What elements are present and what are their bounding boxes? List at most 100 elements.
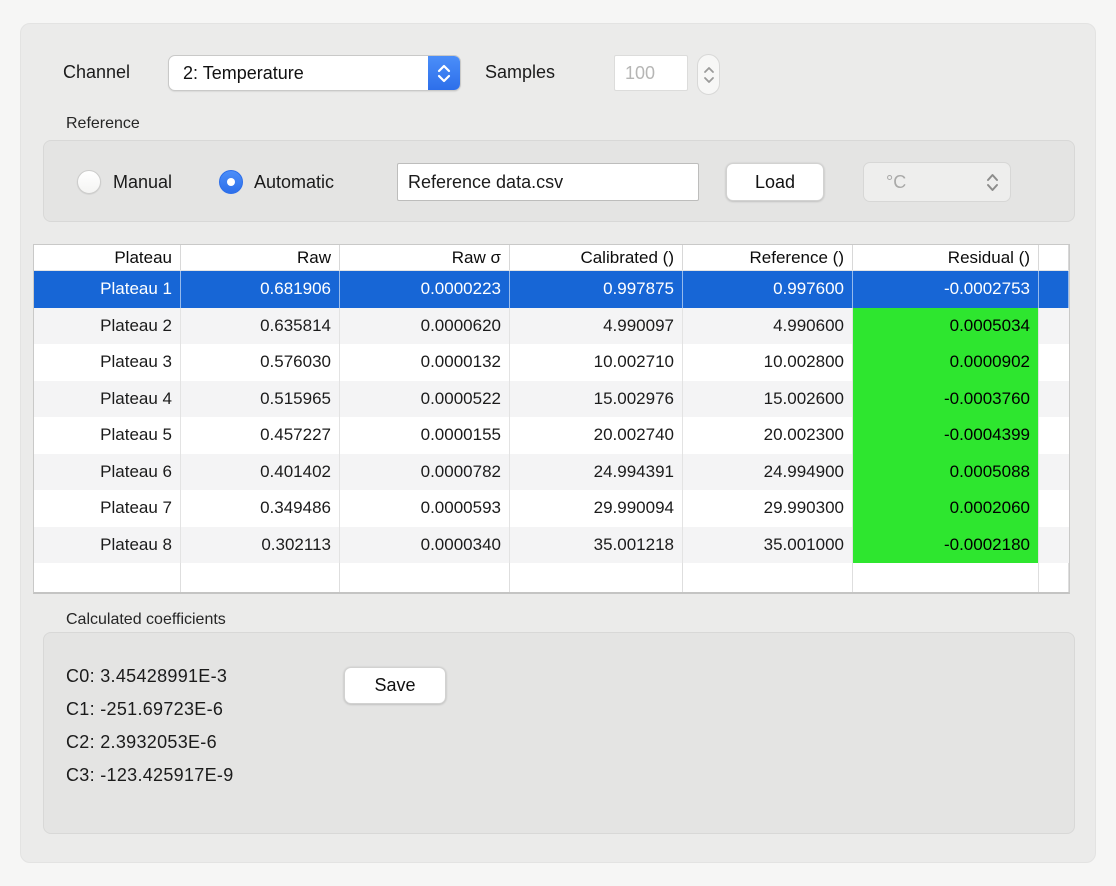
cell-residual[interactable]: -0.0002753 [853,271,1039,308]
cell-residual[interactable]: -0.0004399 [853,417,1039,454]
unit-select[interactable]: °C [863,162,1011,202]
cell-raw[interactable]: 0.457227 [181,417,340,454]
table-row[interactable]: Plateau 10.6819060.00002230.9978750.9976… [34,271,1069,308]
coefficient-c1: C1: -251.69723E-6 [66,693,234,726]
column-header-raw-sigma[interactable]: Raw σ [340,245,510,270]
column-header-raw[interactable]: Raw [181,245,340,270]
cell-residual[interactable]: 0.0005088 [853,454,1039,491]
cell-plateau[interactable]: Plateau 5 [34,417,181,454]
channel-select-value: 2: Temperature [169,63,428,84]
cell-reference[interactable]: 10.002800 [683,344,853,381]
cell-plateau[interactable]: Plateau 7 [34,490,181,527]
channel-label: Channel [63,62,130,83]
automatic-radio-label: Automatic [254,172,334,193]
channel-select[interactable]: 2: Temperature [168,55,461,91]
coefficient-c3: C3: -123.425917E-9 [66,759,234,792]
column-header-filler [1039,245,1069,270]
cell-plateau[interactable]: Plateau 2 [34,308,181,345]
manual-radio[interactable] [77,170,101,194]
samples-stepper[interactable] [697,54,720,95]
table-row[interactable]: Plateau 30.5760300.000013210.00271010.00… [34,344,1069,381]
table-row[interactable]: Plateau 20.6358140.00006204.9900974.9906… [34,308,1069,345]
cell-reference[interactable]: 0.997600 [683,271,853,308]
coefficient-c0: C0: 3.45428991E-3 [66,660,234,693]
cell-calibrated[interactable]: 10.002710 [510,344,683,381]
cell-plateau[interactable]: Plateau 1 [34,271,181,308]
cell-residual[interactable]: 0.0005034 [853,308,1039,345]
cell-residual[interactable]: 0.0002060 [853,490,1039,527]
cell-reference[interactable]: 29.990300 [683,490,853,527]
table-row[interactable]: Plateau 40.5159650.000052215.00297615.00… [34,381,1069,418]
table-body: Plateau 10.6819060.00002230.9978750.9976… [34,271,1069,563]
reference-file-value: Reference data.csv [408,172,563,193]
table-empty-row [34,563,1069,592]
cell-calibrated[interactable]: 15.002976 [510,381,683,418]
cell-reference[interactable]: 35.001000 [683,527,853,564]
cell-reference[interactable]: 24.994900 [683,454,853,491]
cell-raw-sigma[interactable]: 0.0000223 [340,271,510,308]
stepper-down-icon [703,76,715,84]
cell-filler[interactable] [1039,527,1069,564]
column-header-residual[interactable]: Residual () [853,245,1039,270]
cell-reference[interactable]: 15.002600 [683,381,853,418]
cell-residual[interactable]: -0.0003760 [853,381,1039,418]
column-header-plateau[interactable]: Plateau [34,245,181,270]
cell-raw[interactable]: 0.576030 [181,344,340,381]
calibration-window: { "channel": { "label": "Channel", "valu… [0,0,1116,886]
samples-label: Samples [485,62,555,83]
cell-raw-sigma[interactable]: 0.0000340 [340,527,510,564]
cell-residual[interactable]: -0.0002180 [853,527,1039,564]
cell-raw[interactable]: 0.635814 [181,308,340,345]
load-button[interactable]: Load [726,163,824,201]
table-row[interactable]: Plateau 80.3021130.000034035.00121835.00… [34,527,1069,564]
cell-raw[interactable]: 0.401402 [181,454,340,491]
cell-calibrated[interactable]: 20.002740 [510,417,683,454]
cell-raw-sigma[interactable]: 0.0000620 [340,308,510,345]
cell-filler[interactable] [1039,344,1069,381]
cell-raw[interactable]: 0.681906 [181,271,340,308]
reference-file-input[interactable]: Reference data.csv [397,163,699,201]
cell-reference[interactable]: 4.990600 [683,308,853,345]
cell-calibrated[interactable]: 0.997875 [510,271,683,308]
stepper-up-icon [703,66,715,74]
cell-filler[interactable] [1039,417,1069,454]
cell-raw-sigma[interactable]: 0.0000593 [340,490,510,527]
cell-plateau[interactable]: Plateau 6 [34,454,181,491]
samples-input[interactable]: 100 [614,55,688,91]
unit-select-value: °C [864,172,974,193]
coefficients-group-label: Calculated coefficients [66,611,226,629]
save-button[interactable]: Save [344,667,446,704]
samples-value: 100 [625,63,655,84]
table-row[interactable]: Plateau 60.4014020.000078224.99439124.99… [34,454,1069,491]
table-row[interactable]: Plateau 50.4572270.000015520.00274020.00… [34,417,1069,454]
cell-plateau[interactable]: Plateau 4 [34,381,181,418]
cell-residual[interactable]: 0.0000902 [853,344,1039,381]
cell-raw-sigma[interactable]: 0.0000782 [340,454,510,491]
cell-calibrated[interactable]: 35.001218 [510,527,683,564]
cell-filler[interactable] [1039,381,1069,418]
cell-calibrated[interactable]: 24.994391 [510,454,683,491]
cell-plateau[interactable]: Plateau 8 [34,527,181,564]
cell-raw[interactable]: 0.349486 [181,490,340,527]
cell-filler[interactable] [1039,490,1069,527]
cell-reference[interactable]: 20.002300 [683,417,853,454]
cell-filler[interactable] [1039,454,1069,491]
calibration-table: Plateau Raw Raw σ Calibrated () Referenc… [33,244,1070,594]
column-header-reference[interactable]: Reference () [683,245,853,270]
coefficients-list: C0: 3.45428991E-3 C1: -251.69723E-6 C2: … [66,660,234,792]
cell-plateau[interactable]: Plateau 3 [34,344,181,381]
cell-raw-sigma[interactable]: 0.0000155 [340,417,510,454]
cell-raw-sigma[interactable]: 0.0000132 [340,344,510,381]
automatic-radio[interactable] [219,170,243,194]
cell-calibrated[interactable]: 4.990097 [510,308,683,345]
load-button-label: Load [755,172,795,193]
table-header-row: Plateau Raw Raw σ Calibrated () Referenc… [34,245,1069,271]
cell-calibrated[interactable]: 29.990094 [510,490,683,527]
cell-raw[interactable]: 0.302113 [181,527,340,564]
column-header-calibrated[interactable]: Calibrated () [510,245,683,270]
cell-raw[interactable]: 0.515965 [181,381,340,418]
cell-raw-sigma[interactable]: 0.0000522 [340,381,510,418]
table-row[interactable]: Plateau 70.3494860.000059329.99009429.99… [34,490,1069,527]
cell-filler[interactable] [1039,271,1069,308]
cell-filler[interactable] [1039,308,1069,345]
